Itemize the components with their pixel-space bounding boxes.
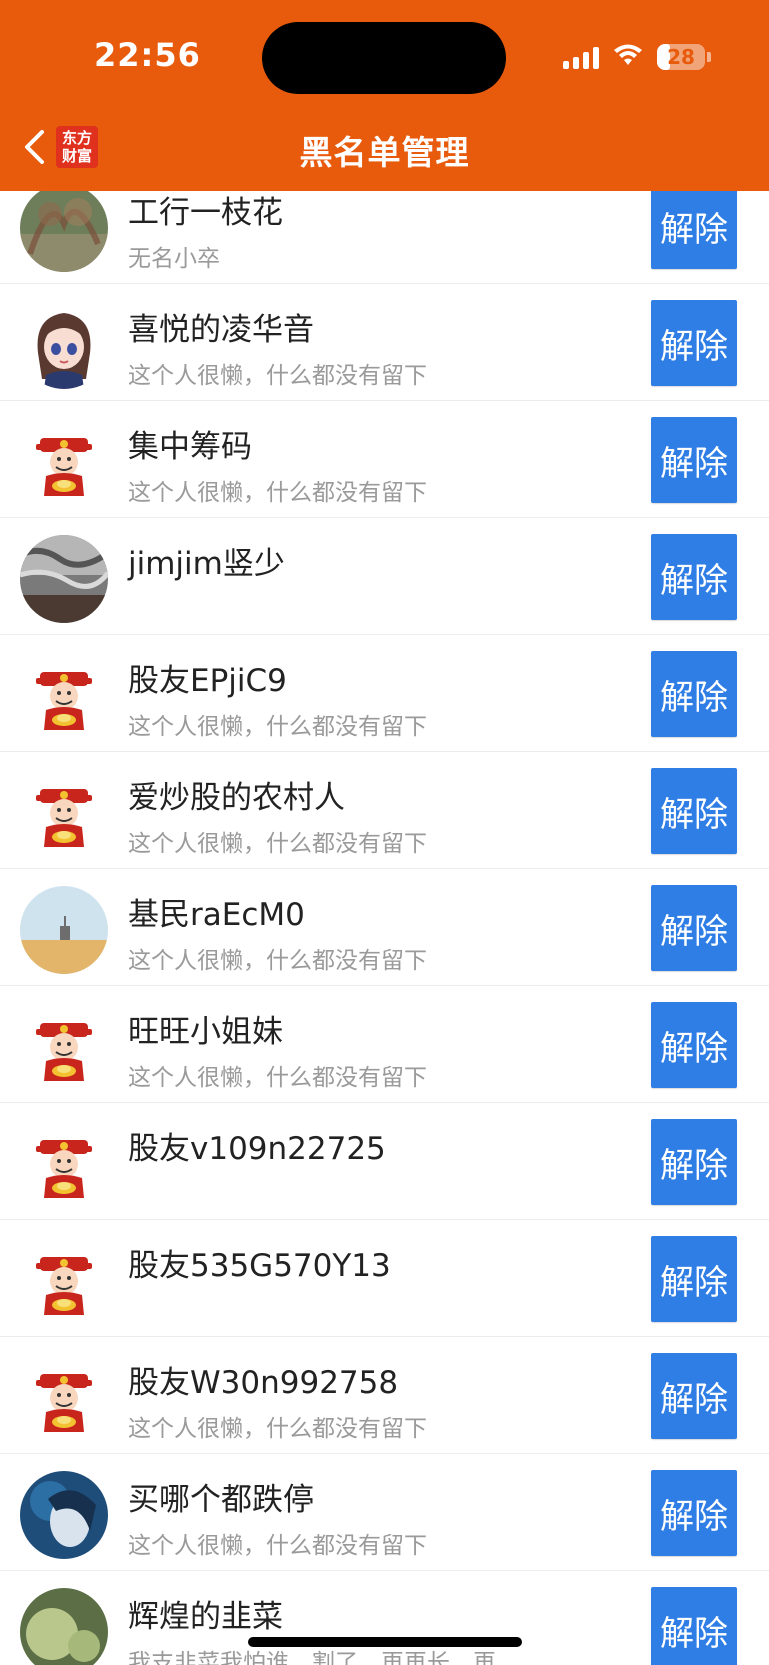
user-name[interactable]: 旺旺小姐妹: [128, 1006, 283, 1051]
blocked-user-row: 喜悦的凌华音 这个人很懒，什么都没有留下 解除: [0, 284, 769, 401]
blocked-user-row: 股友W30n992758 这个人很懒，什么都没有留下 解除: [0, 1337, 769, 1454]
screen: 22:56 28 东方 财富 黑名单管理 工行一枝花 无名小卒 解除 喜悦的凌华…: [0, 0, 769, 1665]
blocked-user-row: 股友535G570Y13 解除: [0, 1220, 769, 1337]
user-signature: 这个人很懒，什么都没有留下: [128, 1416, 427, 1442]
user-name[interactable]: 股友EPjiC9: [128, 655, 287, 700]
user-signature: 这个人很懒，什么都没有留下: [128, 1533, 427, 1559]
blocked-user-row: 辉煌的韭菜 我支韭菜我怕谁，割了，再再长，再 解除: [0, 1571, 769, 1665]
unblock-button[interactable]: 解除: [651, 300, 737, 386]
unblock-button[interactable]: 解除: [651, 1002, 737, 1088]
user-signature: 这个人很懒，什么都没有留下: [128, 480, 427, 506]
blocked-user-row: 股友v109n22725 解除: [0, 1103, 769, 1220]
blocked-user-row: 旺旺小姐妹 这个人很懒，什么都没有留下 解除: [0, 986, 769, 1103]
battery-level: 28: [667, 45, 695, 69]
user-name[interactable]: 买哪个都跌停: [128, 1474, 314, 1519]
user-signature: 无名小卒: [128, 246, 220, 272]
user-name[interactable]: 股友v109n22725: [128, 1123, 386, 1168]
avatar[interactable]: [20, 1237, 108, 1325]
user-signature: 这个人很懒，什么都没有留下: [128, 831, 427, 857]
user-signature: 这个人很懒，什么都没有留下: [128, 1065, 427, 1091]
blocked-user-row: jimjim竖少 解除: [0, 518, 769, 635]
user-name[interactable]: 喜悦的凌华音: [128, 304, 314, 349]
user-name[interactable]: jimjim竖少: [128, 538, 285, 583]
user-name[interactable]: 基民raEcM0: [128, 889, 305, 934]
unblock-button[interactable]: 解除: [651, 534, 737, 620]
avatar[interactable]: [20, 1354, 108, 1442]
unblock-button[interactable]: 解除: [651, 183, 737, 269]
user-name[interactable]: 工行一枝花: [128, 187, 283, 232]
unblock-button[interactable]: 解除: [651, 1236, 737, 1322]
user-signature: 这个人很懒，什么都没有留下: [128, 363, 427, 389]
avatar[interactable]: [20, 886, 108, 974]
user-name[interactable]: 爱炒股的农村人: [128, 772, 345, 817]
avatar[interactable]: [20, 1003, 108, 1091]
unblock-button[interactable]: 解除: [651, 1470, 737, 1556]
user-signature: 这个人很懒，什么都没有留下: [128, 948, 427, 974]
unblock-button[interactable]: 解除: [651, 651, 737, 737]
unblock-button[interactable]: 解除: [651, 1353, 737, 1439]
avatar[interactable]: [20, 652, 108, 740]
unblock-button[interactable]: 解除: [651, 1119, 737, 1205]
user-name[interactable]: 集中筹码: [128, 421, 252, 466]
status-icons: 28: [563, 40, 711, 74]
battery-icon: 28: [657, 44, 711, 70]
page-title: 黑名单管理: [299, 133, 470, 172]
blocked-user-row: 基民raEcM0 这个人很懒，什么都没有留下 解除: [0, 869, 769, 986]
unblock-button[interactable]: 解除: [651, 885, 737, 971]
avatar[interactable]: [20, 1120, 108, 1208]
avatar[interactable]: [20, 1588, 108, 1665]
user-signature: 这个人很懒，什么都没有留下: [128, 714, 427, 740]
app-header: 22:56 28 东方 财富 黑名单管理: [0, 0, 769, 191]
unblock-button[interactable]: 解除: [651, 1587, 737, 1665]
avatar[interactable]: [20, 184, 108, 272]
blocked-user-row: 爱炒股的农村人 这个人很懒，什么都没有留下 解除: [0, 752, 769, 869]
status-time: 22:56: [94, 36, 201, 74]
unblock-button[interactable]: 解除: [651, 417, 737, 503]
unblock-button[interactable]: 解除: [651, 768, 737, 854]
cellular-signal-icon: [563, 45, 599, 69]
avatar[interactable]: [20, 1471, 108, 1559]
avatar[interactable]: [20, 769, 108, 857]
blocked-user-row: 买哪个都跌停 这个人很懒，什么都没有留下 解除: [0, 1454, 769, 1571]
home-indicator: [248, 1637, 522, 1647]
avatar[interactable]: [20, 301, 108, 389]
user-name[interactable]: 股友535G570Y13: [128, 1240, 391, 1285]
user-name[interactable]: 股友W30n992758: [128, 1357, 398, 1402]
wifi-icon: [613, 43, 643, 71]
blocked-user-row: 股友EPjiC9 这个人很懒，什么都没有留下 解除: [0, 635, 769, 752]
blocked-user-row: 集中筹码 这个人很懒，什么都没有留下 解除: [0, 401, 769, 518]
dynamic-island: [262, 22, 506, 94]
user-name[interactable]: 辉煌的韭菜: [128, 1591, 283, 1636]
avatar[interactable]: [20, 535, 108, 623]
avatar[interactable]: [20, 418, 108, 506]
blacklist: 工行一枝花 无名小卒 解除 喜悦的凌华音 这个人很懒，什么都没有留下 解除 集中…: [0, 167, 769, 1665]
